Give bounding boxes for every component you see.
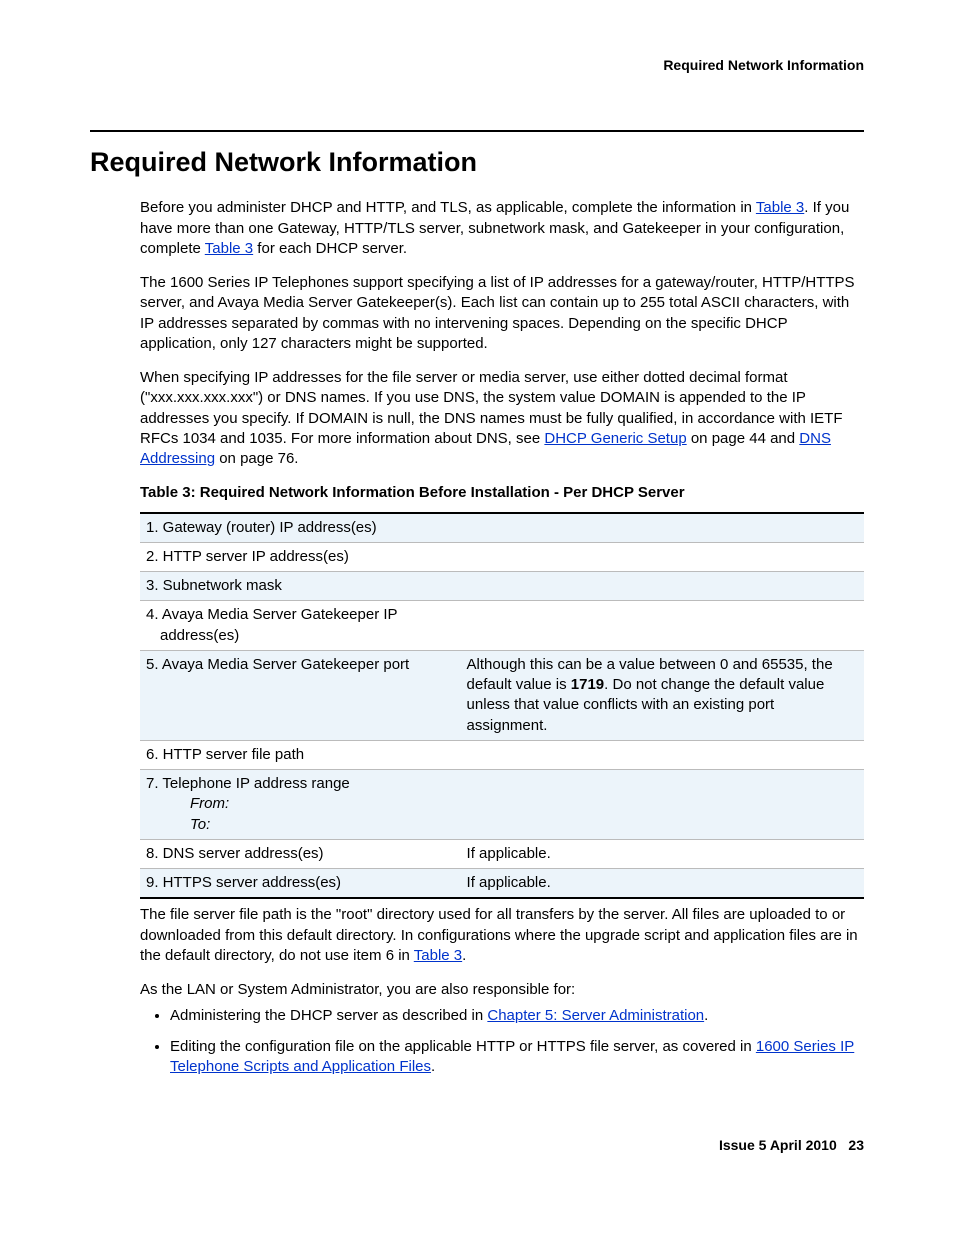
cell-left: 8. DNS server address(es) [140,839,459,868]
text: 7. Telephone IP address range [146,775,350,792]
paragraph-1: Before you administer DHCP and HTTP, and… [140,198,864,259]
body-content: Before you administer DHCP and HTTP, and… [90,198,864,1077]
link-chapter5[interactable]: Chapter 5: Server Administration [487,1007,704,1024]
cell-right: If applicable. [459,839,864,868]
table-row: 3. Subnetwork mask [140,572,864,601]
text: on page 76. [215,450,298,467]
cell-left: 5. Avaya Media Server Gatekeeper port [140,650,459,740]
text: Before you administer DHCP and HTTP, and… [140,199,756,216]
text: . [704,1007,708,1024]
section-rule [90,130,864,132]
paragraph-5: As the LAN or System Administrator, you … [140,980,864,1000]
from-label: From: [160,794,451,814]
page-header-right: Required Network Information [90,56,864,75]
section-heading: Required Network Information [90,144,864,180]
text: Editing the configuration file on the ap… [170,1038,756,1055]
table-3: 1. Gateway (router) IP address(es) 2. HT… [140,512,864,900]
list-item: Administering the DHCP server as describ… [170,1006,864,1026]
paragraph-4: The file server file path is the "root" … [140,905,864,966]
link-table3[interactable]: Table 3 [756,199,804,216]
table-row: 4. Avaya Media Server Gatekeeper IP addr… [140,601,864,651]
table-row: 6. HTTP server file path [140,740,864,769]
cell-right: Although this can be a value between 0 a… [459,650,864,740]
link-dhcp-generic-setup[interactable]: DHCP Generic Setup [544,430,686,447]
table-row: 7. Telephone IP address range From: To: [140,770,864,840]
cell-right [459,542,864,571]
cell-right [459,601,864,651]
table-row: 1. Gateway (router) IP address(es) [140,513,864,543]
page: Required Network Information Required Ne… [0,0,954,1235]
text: on page 44 and [687,430,800,447]
cell-right [459,572,864,601]
list-item: Editing the configuration file on the ap… [170,1037,864,1078]
bold-value: 1719 [571,676,604,693]
cell-right [459,740,864,769]
footer-issue: Issue 5 April 2010 [719,1137,837,1153]
text: for each DHCP server. [253,240,407,257]
table-caption: Table 3: Required Network Information Be… [140,483,864,503]
table-row: 2. HTTP server IP address(es) [140,542,864,571]
cell-left: 7. Telephone IP address range From: To: [140,770,459,840]
table-row: 9. HTTPS server address(es) If applicabl… [140,869,864,899]
cell-left: 4. Avaya Media Server Gatekeeper IP addr… [140,601,459,651]
page-footer: Issue 5 April 2010 23 [719,1136,864,1155]
cell-left: 3. Subnetwork mask [140,572,459,601]
cell-right: If applicable. [459,869,864,899]
text: The file server file path is the "root" … [140,906,858,964]
responsibility-list: Administering the DHCP server as describ… [140,1006,864,1077]
table-row: 5. Avaya Media Server Gatekeeper port Al… [140,650,864,740]
cell-left: 2. HTTP server IP address(es) [140,542,459,571]
link-table3[interactable]: Table 3 [414,947,462,964]
cell-left: 9. HTTPS server address(es) [140,869,459,899]
to-label: To: [160,815,451,835]
table-row: 8. DNS server address(es) If applicable. [140,839,864,868]
paragraph-3: When specifying IP addresses for the fil… [140,368,864,469]
cell-right [459,513,864,543]
cell-right [459,770,864,840]
cell-left: 1. Gateway (router) IP address(es) [140,513,459,543]
text: Administering the DHCP server as describ… [170,1007,487,1024]
cell-left: 6. HTTP server file path [140,740,459,769]
footer-page: 23 [848,1137,864,1153]
paragraph-2: The 1600 Series IP Telephones support sp… [140,273,864,354]
text: . [462,947,466,964]
link-table3[interactable]: Table 3 [205,240,253,257]
text: . [431,1058,435,1075]
